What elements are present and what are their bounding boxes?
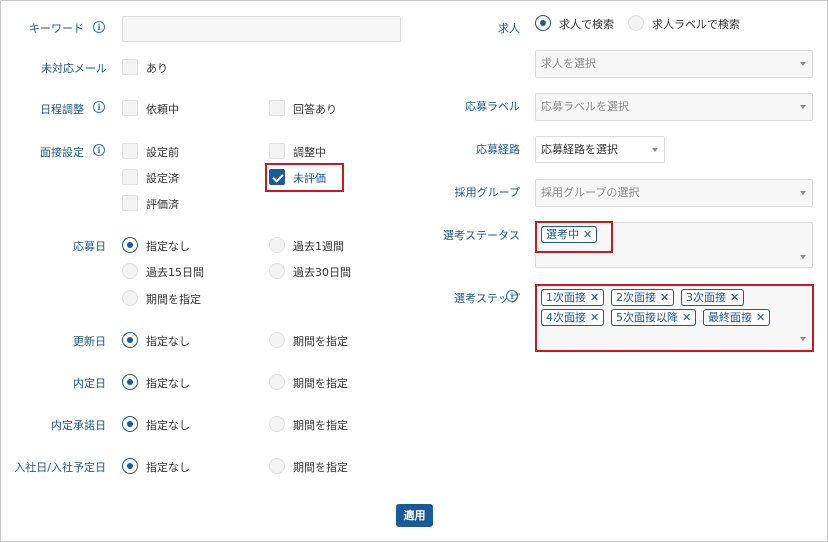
keyword-label: キーワード — [29, 22, 84, 35]
info-icon[interactable]: i — [506, 290, 518, 302]
apply-route-select[interactable]: 応募経路を選択 — [535, 136, 665, 163]
selection-status-label: 選考ステータス — [443, 229, 520, 242]
offer-accept-period-radio[interactable] — [269, 416, 285, 432]
hiring-group-label: 採用グループ — [454, 186, 520, 199]
schedule-requested-checkbox[interactable] — [122, 100, 138, 116]
highlight-box — [535, 221, 613, 253]
keyword-input[interactable] — [122, 16, 401, 42]
hiring-group-select[interactable]: 採用グループの選択 — [535, 179, 813, 207]
apply-route-placeholder: 応募経路を選択 — [541, 143, 618, 156]
offer-option: 指定なし — [146, 377, 190, 390]
updated-period-radio[interactable] — [269, 332, 285, 348]
interview-before-checkbox[interactable] — [122, 143, 138, 159]
job-search-option: 求人で検索 — [559, 18, 614, 31]
apply-label-label: 応募ラベル — [465, 100, 520, 113]
hiring-group-placeholder: 採用グループの選択 — [541, 186, 640, 199]
applied-1week-radio[interactable] — [269, 237, 285, 253]
applied-option: 期間を指定 — [146, 293, 201, 306]
offer-accept-date-label: 内定承諾日 — [51, 419, 106, 432]
applied-15days-radio[interactable] — [122, 263, 138, 279]
interview-option: 設定前 — [146, 146, 179, 159]
applied-option: 過去1週間 — [293, 240, 344, 253]
interview-adjusting-checkbox[interactable] — [269, 143, 285, 159]
unanswered-mail-checkbox[interactable] — [122, 59, 138, 75]
join-option: 期間を指定 — [293, 461, 348, 474]
schedule-answered-checkbox[interactable] — [269, 100, 285, 116]
join-date-label: 入社日/入社予定日 — [14, 461, 106, 474]
apply-label-select[interactable]: 応募ラベルを選択 — [535, 93, 813, 121]
applied-none-radio[interactable] — [122, 237, 138, 253]
applied-30days-radio[interactable] — [269, 263, 285, 279]
schedule-label: 日程調整 — [40, 103, 84, 116]
interview-setting-label: 面接設定 — [40, 146, 84, 159]
updated-date-label: 更新日 — [73, 335, 106, 348]
applied-option: 過去15日間 — [146, 266, 204, 279]
info-icon[interactable]: i — [93, 101, 105, 113]
applied-period-radio[interactable] — [122, 290, 138, 306]
applied-date-label: 応募日 — [73, 240, 106, 253]
interview-option: 設定済 — [146, 172, 179, 185]
updated-none-radio[interactable] — [122, 332, 138, 348]
unanswered-mail-option: あり — [146, 62, 168, 75]
offer-none-radio[interactable] — [122, 374, 138, 390]
job-search-option: 求人ラベルで検索 — [652, 18, 740, 31]
schedule-option: 依頼中 — [146, 103, 179, 116]
interview-set-checkbox[interactable] — [122, 169, 138, 185]
apply-button[interactable]: 適用 — [396, 504, 433, 527]
offer-period-radio[interactable] — [269, 374, 285, 390]
job-label: 求人 — [498, 22, 520, 35]
offer-option: 期間を指定 — [293, 377, 348, 390]
updated-option: 指定なし — [146, 335, 190, 348]
join-none-radio[interactable] — [122, 458, 138, 474]
chevron-down-icon — [652, 148, 658, 152]
info-icon[interactable]: i — [93, 21, 105, 33]
offer-accept-option: 指定なし — [146, 419, 190, 432]
chevron-down-icon — [800, 191, 806, 195]
job-select[interactable]: 求人を選択 — [535, 50, 813, 78]
info-icon[interactable]: i — [93, 144, 105, 156]
interview-option: 評価済 — [146, 198, 179, 211]
chevron-down-icon — [800, 62, 806, 66]
chevron-down-icon — [800, 255, 806, 259]
join-option: 指定なし — [146, 461, 190, 474]
join-period-radio[interactable] — [269, 458, 285, 474]
updated-option: 期間を指定 — [293, 335, 348, 348]
highlight-box — [265, 163, 344, 192]
highlight-box — [535, 284, 814, 352]
offer-accept-none-radio[interactable] — [122, 416, 138, 432]
applied-option: 過去30日間 — [293, 266, 351, 279]
schedule-option: 回答あり — [293, 103, 337, 116]
job-search-radio[interactable] — [535, 15, 551, 31]
interview-option: 調整中 — [293, 146, 326, 159]
job-select-placeholder: 求人を選択 — [541, 57, 596, 70]
apply-label-placeholder: 応募ラベルを選択 — [541, 100, 629, 113]
apply-route-label: 応募経路 — [476, 143, 520, 156]
chevron-down-icon — [800, 105, 806, 109]
offer-accept-option: 期間を指定 — [293, 419, 348, 432]
interview-evaluated-checkbox[interactable] — [122, 195, 138, 211]
offer-date-label: 内定日 — [73, 377, 106, 390]
applied-option: 指定なし — [146, 240, 190, 253]
unanswered-mail-label: 未対応メール — [41, 62, 107, 75]
job-label-search-radio[interactable] — [628, 15, 644, 31]
